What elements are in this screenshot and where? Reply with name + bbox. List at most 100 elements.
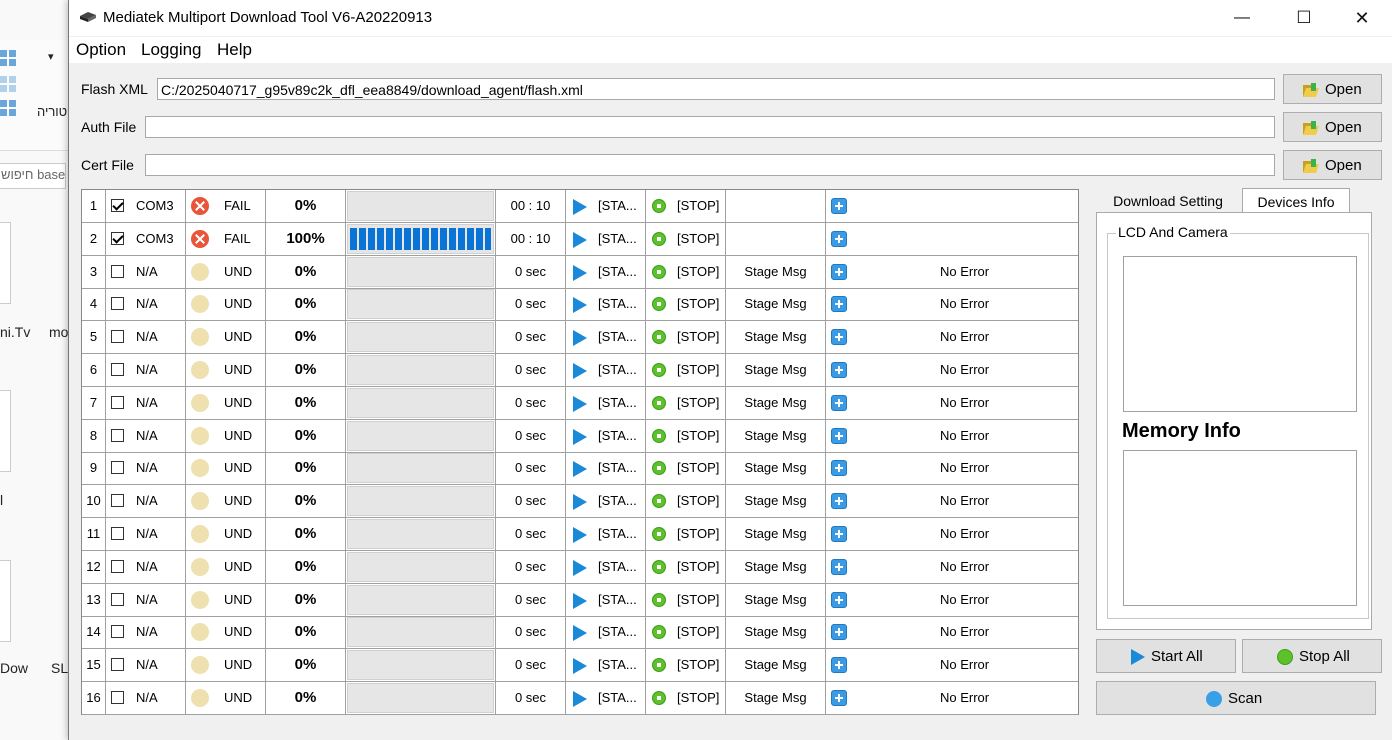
port-checkbox[interactable] (111, 461, 124, 475)
port-select-cell[interactable]: N/A (106, 682, 186, 714)
file-label[interactable]: l (0, 492, 3, 508)
port-checkbox[interactable] (111, 559, 124, 573)
menu-option[interactable]: Option (76, 40, 126, 60)
start-port-button[interactable]: [STA... (566, 419, 646, 452)
port-select-cell[interactable]: N/A (106, 354, 186, 386)
port-checkbox[interactable] (111, 264, 124, 278)
expand-plus-icon[interactable] (831, 329, 847, 346)
port-checkbox[interactable] (111, 691, 124, 704)
stop-port-button[interactable]: [STOP] (646, 682, 726, 714)
start-port-button[interactable]: [STA... (566, 518, 646, 550)
port-checkbox[interactable] (111, 527, 124, 540)
expand-plus-icon[interactable] (831, 558, 847, 575)
stop-port-button[interactable]: [STOP] (646, 354, 726, 386)
port-checkbox[interactable] (111, 363, 124, 376)
expand-plus-icon[interactable] (831, 690, 847, 706)
expand-plus-icon[interactable] (831, 657, 847, 674)
stop-port-button[interactable]: [STOP] (646, 255, 726, 288)
view-grid-icon[interactable] (0, 50, 16, 66)
dropdown-arrow-icon[interactable]: ▾ (48, 50, 54, 63)
expand-plus-icon[interactable] (831, 493, 847, 510)
port-checkbox[interactable] (111, 428, 124, 442)
port-checkbox[interactable] (111, 395, 124, 409)
port-checkbox[interactable] (111, 625, 124, 639)
auth-file-input[interactable] (145, 116, 1275, 138)
port-checkbox[interactable] (111, 658, 124, 672)
start-port-button[interactable]: [STA... (566, 550, 646, 583)
expand-plus-icon[interactable] (831, 460, 847, 477)
start-port-button[interactable]: [STA... (566, 190, 646, 222)
file-label[interactable]: mo (49, 324, 68, 340)
tab-devices-info[interactable]: Devices Info (1242, 188, 1350, 212)
auth-open-button[interactable]: Open (1283, 112, 1382, 142)
stop-port-button[interactable]: [STOP] (646, 222, 726, 255)
start-port-button[interactable]: [STA... (566, 452, 646, 485)
port-select-cell[interactable]: COM3 (106, 190, 186, 222)
port-select-cell[interactable]: N/A (106, 419, 186, 452)
expand-plus-icon[interactable] (831, 230, 847, 247)
file-thumbnail[interactable] (0, 560, 11, 642)
file-thumbnail[interactable] (0, 390, 11, 472)
port-select-cell[interactable]: N/A (106, 255, 186, 288)
stop-port-button[interactable]: [STOP] (646, 518, 726, 550)
start-port-button[interactable]: [STA... (566, 485, 646, 518)
flash-open-button[interactable]: Open (1283, 74, 1382, 104)
start-port-button[interactable]: [STA... (566, 616, 646, 649)
expand-plus-icon[interactable] (831, 362, 847, 378)
start-port-button[interactable]: [STA... (566, 682, 646, 714)
start-port-button[interactable]: [STA... (566, 321, 646, 354)
menu-help[interactable]: Help (217, 40, 252, 60)
expand-plus-icon[interactable] (831, 263, 847, 280)
port-select-cell[interactable]: N/A (106, 518, 186, 550)
port-checkbox[interactable] (111, 297, 124, 311)
file-thumbnail[interactable] (0, 222, 11, 304)
scan-button[interactable]: Scan (1096, 681, 1376, 715)
port-checkbox[interactable] (111, 231, 124, 245)
close-icon[interactable]: ✕ (1339, 0, 1385, 36)
port-checkbox[interactable] (111, 330, 124, 344)
port-select-cell[interactable]: N/A (106, 288, 186, 321)
expand-plus-icon[interactable] (831, 394, 847, 411)
port-select-cell[interactable]: COM3 (106, 222, 186, 255)
stop-port-button[interactable]: [STOP] (646, 550, 726, 583)
stop-port-button[interactable]: [STOP] (646, 485, 726, 518)
background-search-box[interactable]: חיפוש base (0, 163, 66, 189)
port-checkbox[interactable] (111, 592, 124, 606)
stop-port-button[interactable]: [STOP] (646, 616, 726, 649)
file-label[interactable]: Dow (0, 660, 28, 676)
port-select-cell[interactable]: N/A (106, 452, 186, 485)
expand-plus-icon[interactable] (831, 526, 847, 542)
start-port-button[interactable]: [STA... (566, 222, 646, 255)
file-label[interactable]: SL (51, 660, 68, 676)
expand-plus-icon[interactable] (831, 624, 847, 641)
port-select-cell[interactable]: N/A (106, 386, 186, 419)
start-port-button[interactable]: [STA... (566, 386, 646, 419)
start-port-button[interactable]: [STA... (566, 583, 646, 616)
stop-port-button[interactable]: [STOP] (646, 452, 726, 485)
start-port-button[interactable]: [STA... (566, 649, 646, 682)
port-select-cell[interactable]: N/A (106, 583, 186, 616)
cert-open-button[interactable]: Open (1283, 150, 1382, 180)
port-select-cell[interactable]: N/A (106, 485, 186, 518)
expand-plus-icon[interactable] (831, 591, 847, 608)
stop-port-button[interactable]: [STOP] (646, 288, 726, 321)
stop-port-button[interactable]: [STOP] (646, 386, 726, 419)
cert-file-input[interactable] (145, 154, 1275, 176)
port-select-cell[interactable]: N/A (106, 321, 186, 354)
start-port-button[interactable]: [STA... (566, 354, 646, 386)
start-port-button[interactable]: [STA... (566, 288, 646, 321)
start-port-button[interactable]: [STA... (566, 255, 646, 288)
menu-logging[interactable]: Logging (141, 40, 202, 60)
port-select-cell[interactable]: N/A (106, 616, 186, 649)
view-grid-icon[interactable] (0, 76, 16, 92)
view-list-icon[interactable] (0, 100, 16, 116)
tab-download-setting[interactable]: Download Setting (1096, 188, 1240, 212)
stop-port-button[interactable]: [STOP] (646, 190, 726, 222)
stop-port-button[interactable]: [STOP] (646, 419, 726, 452)
port-select-cell[interactable]: N/A (106, 649, 186, 682)
stop-all-button[interactable]: Stop All (1242, 639, 1382, 673)
stop-port-button[interactable]: [STOP] (646, 649, 726, 682)
expand-plus-icon[interactable] (831, 427, 847, 444)
maximize-icon[interactable]: ☐ (1281, 0, 1327, 36)
flash-xml-input[interactable]: C:/2025040717_g95v89c2k_dfl_eea8849/down… (157, 78, 1275, 100)
